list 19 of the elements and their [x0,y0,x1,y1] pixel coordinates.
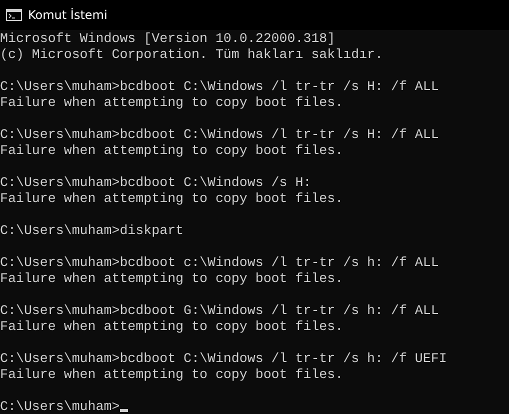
console-line: C:\Users\muham>bcdboot c:\Windows /l tr-tr /s h: /f ALL [0,255,439,270]
console-line: C:\Users\muham>bcdboot G:\Windows /l tr-tr /s h: /f ALL [0,303,439,318]
console-line: Failure when attempting to copy boot files. [0,143,344,158]
console-line: C:\Users\muham>diskpart [0,223,184,238]
console-line: C:\Users\muham>bcdboot C:\Windows /l tr-tr /s h: /f UEFI [0,351,447,366]
console-line: Failure when attempting to copy boot files. [0,271,344,286]
console-line: C:\Users\muham>bcdboot C:\Windows /s H: [0,175,312,190]
console-line: Failure when attempting to copy boot files. [0,319,344,334]
console-line: C:\Users\muham>bcdboot C:\Windows /l tr-tr /s H: /f ALL [0,127,439,142]
console-line: Microsoft Windows [Version 10.0.22000.318] [0,31,336,46]
text-cursor [120,409,128,412]
console-icon [6,9,22,21]
console-line: Failure when attempting to copy boot files. [0,367,344,382]
console-line: (c) Microsoft Corporation. Tüm hakları saklıdır. [0,47,384,62]
console-line: Failure when attempting to copy boot files. [0,191,344,206]
window-title: Komut İstemi [28,8,108,22]
command-prompt: C:\Users\muham> [0,399,120,414]
console-line: C:\Users\muham>bcdboot C:\Windows /l tr-tr /s H: /f ALL [0,79,439,94]
console-line: Failure when attempting to copy boot files. [0,95,344,110]
